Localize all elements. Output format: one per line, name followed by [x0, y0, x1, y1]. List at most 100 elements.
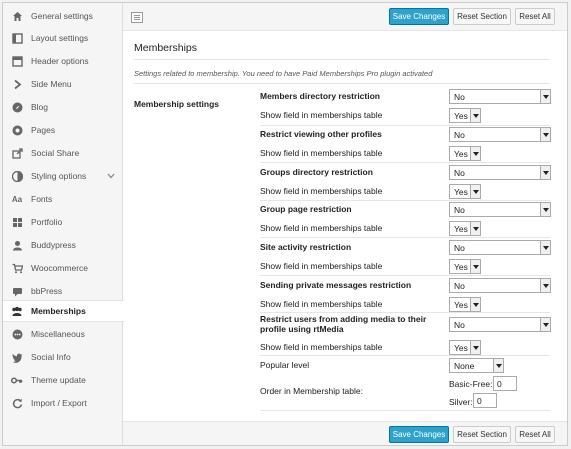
sidebar-item-label: Side Menu — [31, 79, 72, 89]
show-field-select[interactable]: Yes — [449, 146, 481, 161]
sidebar-item-label: Import / Export — [31, 398, 87, 408]
reset-section-button[interactable]: Reset Section — [453, 426, 511, 443]
home-icon — [11, 10, 23, 22]
basic-free-order-input[interactable]: 0 — [493, 376, 517, 391]
expand-icon[interactable] — [131, 12, 143, 23]
chevron-down-icon — [470, 109, 480, 122]
sidebar-item-social-info[interactable]: Social Info — [3, 346, 123, 368]
chevron-down-icon — [540, 241, 550, 254]
popular-level-label: Popular level — [260, 360, 310, 370]
reset-all-button[interactable]: Reset All — [515, 8, 555, 25]
sidebar-item-label: Blog — [31, 102, 49, 112]
sidebar-item-label: Woocommerce — [31, 263, 88, 273]
chevron-down-icon — [470, 185, 480, 198]
sidebar-item-label: Social Share — [31, 148, 80, 158]
sidebar-item-miscellaneous[interactable]: Miscellaneous — [3, 323, 123, 345]
cart-icon — [11, 262, 23, 274]
divider — [134, 59, 550, 60]
show-field-select[interactable]: Yes — [449, 297, 481, 312]
setting-label: Group page restriction — [260, 204, 352, 214]
bottom-toolbar: Save Changes Reset Section Reset All — [123, 421, 567, 445]
restrict-viewing-profiles-select[interactable]: No — [449, 127, 551, 142]
rtmedia-restriction-select[interactable]: No — [449, 317, 551, 332]
chevron-down-icon — [470, 260, 480, 273]
sidebar-item-label: Theme update — [31, 375, 86, 385]
sidebar-item-general-settings[interactable]: General settings — [3, 5, 123, 27]
twitter-icon — [11, 351, 23, 363]
sidebar-item-bbpress[interactable]: bbPress — [3, 280, 123, 302]
chevron-down-icon — [540, 279, 550, 292]
order-item-label: Silver: — [449, 397, 473, 407]
options-panel: General settings Layout settings Header … — [2, 2, 568, 446]
sidebar-item-label: Header options — [31, 56, 89, 66]
share-icon — [11, 147, 23, 159]
divider — [260, 200, 550, 201]
show-field-label: Show field in memberships table — [260, 148, 383, 158]
show-field-select[interactable]: Yes — [449, 221, 481, 236]
sidebar-item-social-share[interactable]: Social Share — [3, 142, 123, 164]
sidebar-item-buddypress[interactable]: Buddypress — [3, 234, 123, 256]
show-field-select[interactable]: Yes — [449, 108, 481, 123]
section-description: Settings related to membership. You need… — [134, 69, 433, 78]
sidebar-item-styling-options[interactable]: Styling options — [3, 165, 123, 187]
popular-level-select[interactable]: None — [449, 358, 504, 373]
setting-label: Site activity restriction — [260, 242, 352, 252]
save-button[interactable]: Save Changes — [389, 426, 449, 443]
circle-icon — [11, 124, 23, 136]
sidebar-item-theme-update[interactable]: Theme update — [3, 369, 123, 391]
show-field-label: Show field in memberships table — [260, 342, 383, 352]
top-toolbar: Save Changes Reset Section Reset All — [123, 3, 567, 31]
site-activity-restriction-select[interactable]: No — [449, 240, 551, 255]
sidebar-item-label: Styling options — [31, 171, 87, 181]
chevron-right-icon — [11, 78, 23, 90]
reset-all-button[interactable]: Reset All — [515, 426, 555, 443]
show-field-label: Show field in memberships table — [260, 110, 383, 120]
groups-directory-restriction-select[interactable]: No — [449, 165, 551, 180]
group-page-restriction-select[interactable]: No — [449, 202, 551, 217]
order-label: Order in Membership table: — [260, 386, 363, 396]
chevron-down-icon — [470, 341, 480, 354]
sidebar-item-woocommerce[interactable]: Woocommerce — [3, 257, 123, 279]
compass-icon — [11, 101, 23, 113]
layout-icon — [11, 32, 23, 44]
silver-order-input[interactable]: 0 — [473, 393, 497, 408]
sidebar-item-memberships[interactable]: Memberships — [3, 300, 124, 322]
sidebar-item-fonts[interactable]: Aa Fonts — [3, 188, 123, 210]
forum-icon — [11, 285, 23, 297]
show-field-label: Show field in memberships table — [260, 299, 383, 309]
key-icon — [11, 374, 23, 386]
refresh-icon — [11, 397, 23, 409]
show-field-select[interactable]: Yes — [449, 259, 481, 274]
private-messages-restriction-select[interactable]: No — [449, 278, 551, 293]
reset-section-button[interactable]: Reset Section — [453, 8, 511, 25]
sidebar-item-label: Fonts — [31, 194, 53, 204]
sidebar-item-label: Miscellaneous — [31, 329, 85, 339]
sidebar-item-import-export[interactable]: Import / Export — [3, 392, 123, 414]
sidebar-item-portfolio[interactable]: Portfolio — [3, 211, 123, 233]
chevron-down-icon — [540, 128, 550, 141]
palette-icon — [11, 170, 23, 182]
chevron-down-icon[interactable] — [107, 171, 115, 181]
sidebar-item-side-menu[interactable]: Side Menu — [3, 73, 123, 95]
sidebar-item-label: Buddypress — [31, 240, 76, 250]
chevron-down-icon — [493, 359, 503, 372]
show-field-select[interactable]: Yes — [449, 340, 481, 355]
group-icon — [11, 305, 23, 317]
members-directory-restriction-select[interactable]: No — [449, 89, 551, 104]
divider — [134, 83, 550, 84]
user-icon — [11, 239, 23, 251]
save-button[interactable]: Save Changes — [389, 8, 449, 25]
setting-label: Restrict users from adding media to thei… — [260, 314, 427, 334]
chevron-down-icon — [540, 166, 550, 179]
sidebar-item-label: General settings — [31, 11, 93, 21]
font-icon: Aa — [11, 194, 23, 204]
setting-label: Groups directory restriction — [260, 167, 373, 177]
show-field-label: Show field in memberships table — [260, 261, 383, 271]
sidebar-item-pages[interactable]: Pages — [3, 119, 123, 141]
sidebar-item-header-options[interactable]: Header options — [3, 50, 123, 72]
sidebar-item-blog[interactable]: Blog — [3, 96, 123, 118]
sidebar-item-layout-settings[interactable]: Layout settings — [3, 27, 123, 49]
chevron-down-icon — [470, 147, 480, 160]
show-field-select[interactable]: Yes — [449, 184, 481, 199]
chevron-down-icon — [540, 318, 550, 331]
